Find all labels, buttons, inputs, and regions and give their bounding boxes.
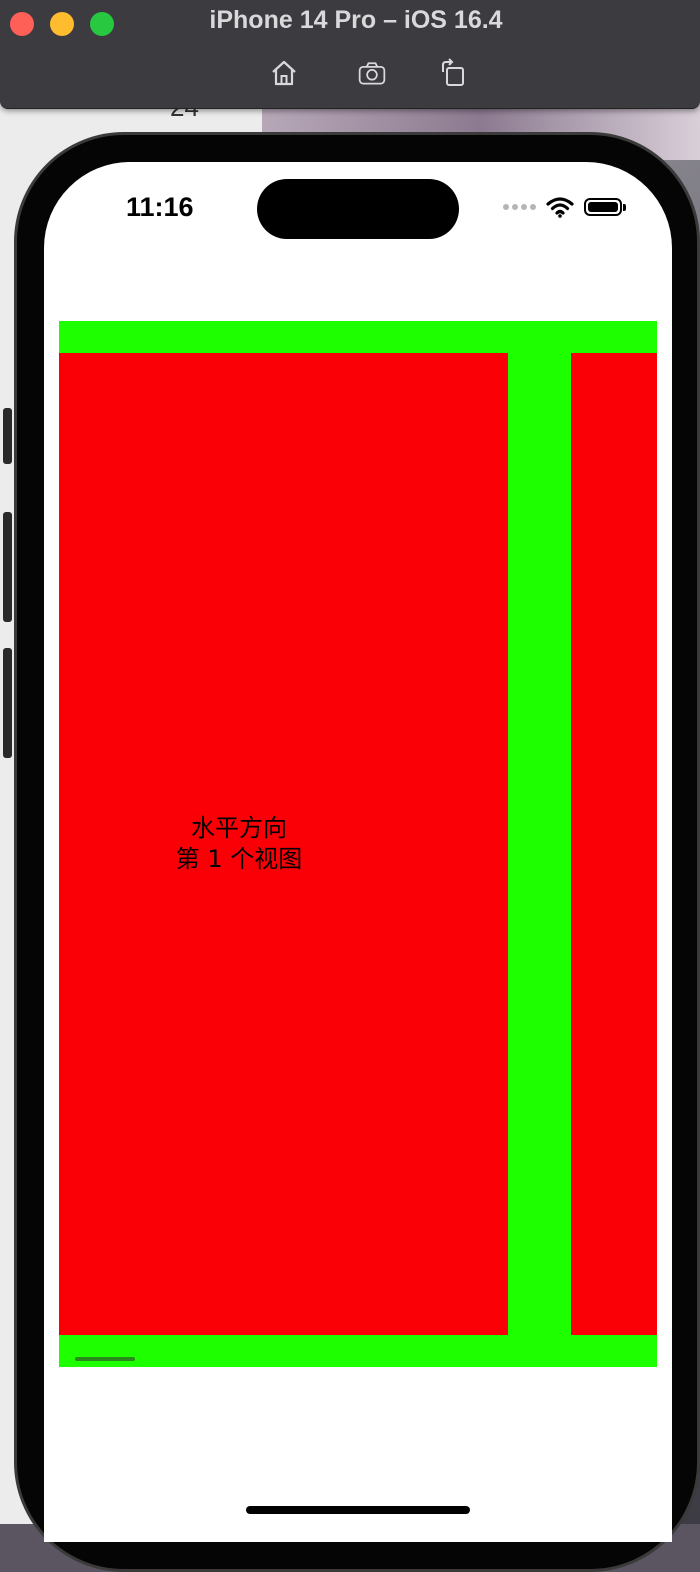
status-time: 11:16	[126, 192, 194, 222]
battery-icon	[584, 198, 626, 216]
horizontal-scroll-container[interactable]: 水平方向 第 1 个视图	[59, 321, 657, 1367]
view-1-label-line1: 水平方向	[191, 814, 287, 842]
horizontal-scroll-indicator	[75, 1357, 135, 1361]
camera-icon	[358, 62, 386, 85]
horizontal-view-1: 水平方向 第 1 个视图	[59, 353, 508, 1335]
device-screen: 11:16 水平方向 第 1 个视图	[44, 162, 672, 1542]
home-indicator[interactable]	[246, 1506, 470, 1514]
volume-down-button	[3, 648, 12, 758]
simulator-titlebar: iPhone 14 Pro – iOS 16.4	[0, 0, 700, 109]
status-indicators	[503, 196, 626, 218]
home-icon	[272, 60, 296, 86]
rotate-button[interactable]	[436, 56, 470, 90]
rotate-icon	[442, 58, 464, 86]
wifi-icon	[546, 197, 574, 218]
action-button	[3, 408, 12, 464]
volume-up-button	[3, 512, 12, 622]
horizontal-view-2	[571, 353, 657, 1335]
dynamic-island	[257, 179, 459, 239]
view-1-label-line2: 第 1 个视图	[175, 845, 303, 873]
cellular-signal-icon	[503, 204, 536, 210]
home-button[interactable]	[267, 56, 301, 90]
screenshot-button[interactable]	[355, 56, 389, 90]
window-title: iPhone 14 Pro – iOS 16.4	[209, 6, 503, 34]
view-1-label: 水平方向 第 1 个视图	[59, 813, 419, 875]
